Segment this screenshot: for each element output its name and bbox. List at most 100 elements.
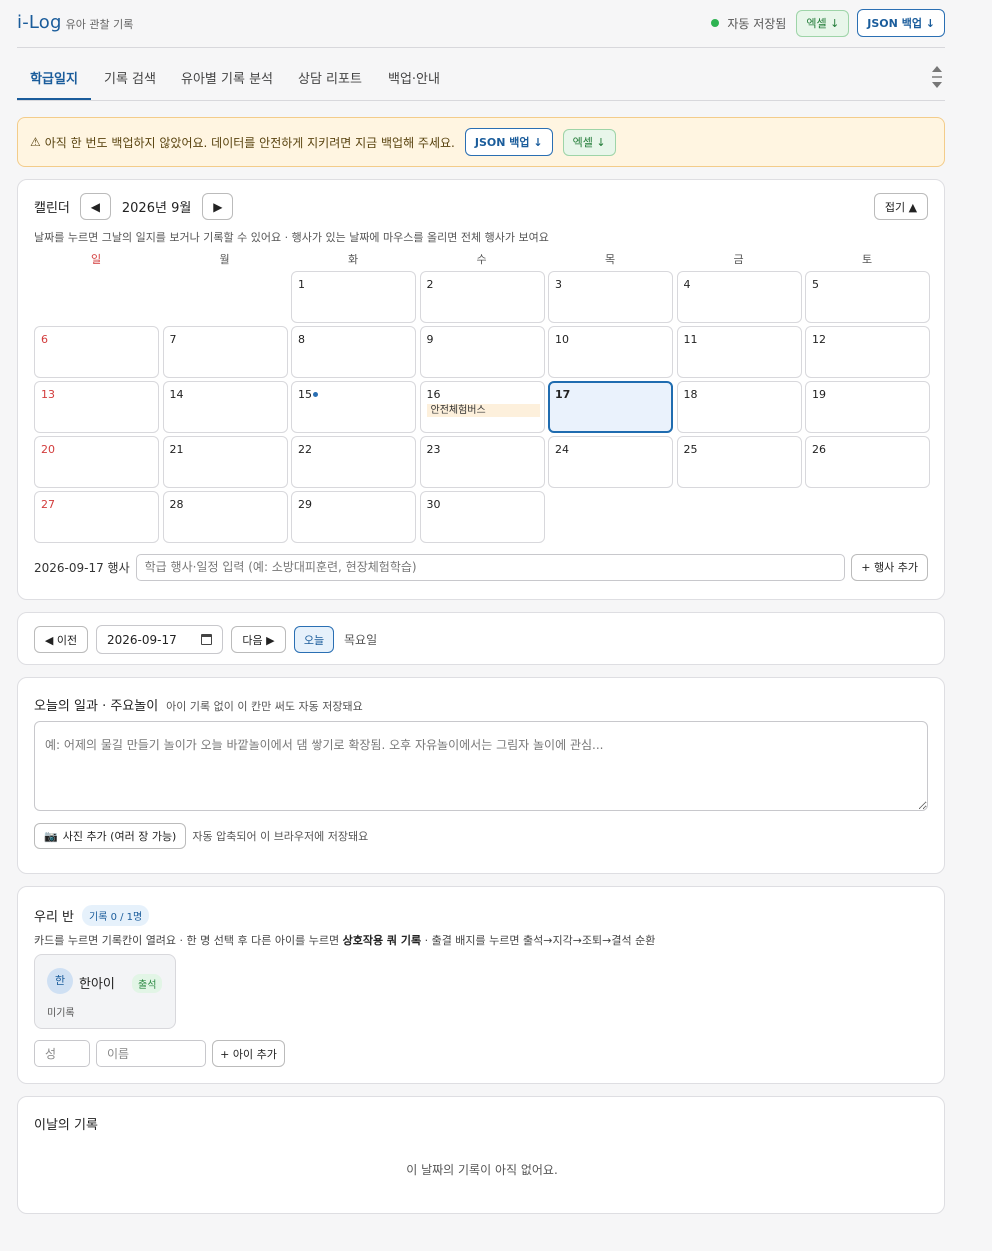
calendar-day-1[interactable]: 1 (291, 271, 416, 323)
calendar-day-number: 4 (683, 278, 691, 291)
prev-day-button[interactable]: ◀ 이전 (34, 626, 88, 653)
surname-input[interactable] (34, 1040, 90, 1067)
calendar-day-23[interactable]: 23 (419, 436, 545, 488)
calendar-day-number: 20 (41, 443, 55, 456)
calendar-day-number: 25 (683, 443, 698, 456)
calendar-day-17[interactable]: 17 (548, 381, 673, 433)
name-input[interactable] (96, 1040, 206, 1067)
class-card: 우리 반 기록 0 / 1명 카드를 누르면 기록칸이 열려요 · 한 명 선택… (17, 886, 945, 1084)
date-nav-row: ◀ 이전 2026-09-17 다음 ▶ 오늘 목요일 (34, 625, 377, 654)
add-child-button[interactable]: + 아이 추가 (212, 1040, 285, 1067)
calendar-day-number: 19 (812, 388, 826, 401)
app-container: i-Log 유아 관찰 기록 자동 저장됨 엑셀 ↓ JSON 백업 ↓ 학급일지… (17, 0, 945, 1214)
daily-title-row: 오늘의 일과 · 주요놀이 아이 기록 없이 이 칸만 써도 자동 저장돼요 (34, 695, 363, 714)
calendar-day-6[interactable]: 6 (34, 326, 159, 378)
calendar-day-number: 28 (169, 498, 184, 511)
class-hint-bold: 상호작용 쿼 기록 (342, 934, 422, 947)
calendar-day-30[interactable]: 30 (419, 491, 545, 543)
calendar-day-18[interactable]: 18 (676, 381, 802, 433)
photo-note: 자동 압축되어 이 브라우저에 저장돼요 (192, 830, 369, 843)
record-count-badge: 기록 0 / 1명 (82, 905, 150, 926)
tab-backup-guide[interactable]: 백업·안내 (388, 60, 440, 100)
next-day-button[interactable]: 다음 ▶ (231, 626, 286, 653)
header-json-backup-button[interactable]: JSON 백업 ↓ (857, 9, 945, 37)
calendar-day-number: 18 (683, 388, 698, 401)
month-label: 2026년 9월 (121, 201, 192, 216)
class-title: 우리 반 (34, 910, 75, 925)
calendar-day-3[interactable]: 3 (548, 271, 673, 323)
calendar-day-15[interactable]: 15 (291, 381, 416, 433)
calendar-day-19[interactable]: 19 (805, 381, 930, 433)
calendar-day-5[interactable]: 5 (805, 271, 930, 323)
calendar-day-12[interactable]: 12 (805, 326, 930, 378)
calendar-hint: 날짜를 누르면 그날의 일지를 보거나 기록할 수 있어요 · 행사가 있는 날… (34, 231, 549, 244)
calendar-fold-button[interactable]: 접기 ▲ (874, 193, 928, 220)
tab-consult-report[interactable]: 상담 리포트 (298, 60, 362, 100)
event-input[interactable] (135, 553, 846, 581)
calendar-day-10[interactable]: 10 (548, 326, 673, 378)
class-hint-before: 카드를 누르면 기록칸이 열려요 · 한 명 선택 후 다른 아이를 누르면 (34, 934, 343, 947)
prev-month-button[interactable]: ◀ (79, 193, 111, 220)
photo-row: 📷 사진 추가 (여러 장 가능) 자동 압축되어 이 브라우저에 저장돼요 (34, 823, 368, 849)
calendar-day-11[interactable]: 11 (676, 326, 802, 378)
daily-notes-textarea[interactable] (34, 721, 928, 811)
child-card[interactable]: 한 한아이 출석 미기록 (34, 954, 176, 1029)
calendar-day-22[interactable]: 22 (291, 436, 416, 488)
tab-scroll-control[interactable] (929, 62, 945, 94)
calendar-day-number: 11 (683, 333, 698, 346)
calendar-day-13[interactable]: 13 (34, 381, 159, 433)
calendar-day-number: 30 (426, 498, 441, 511)
tab-class-journal[interactable]: 학급일지 (17, 60, 91, 100)
class-hint: 카드를 누르면 기록칸이 열려요 · 한 명 선택 후 다른 아이를 누르면 상… (34, 932, 655, 948)
date-picker[interactable]: 2026-09-17 (96, 625, 223, 654)
header-actions: 자동 저장됨 엑셀 ↓ JSON 백업 ↓ (711, 9, 945, 37)
calendar-day-27[interactable]: 27 (34, 491, 159, 543)
calendar-day-26[interactable]: 26 (805, 436, 930, 488)
weekday-label-3: 수 (476, 253, 487, 266)
calendar-day-29[interactable]: 29 (291, 491, 416, 543)
calendar-day-number: 29 (298, 498, 312, 511)
calendar-day-16[interactable]: 16 안전체험버스 (419, 381, 545, 433)
calendar-day-number: 2 (426, 278, 434, 291)
calendar-day-number: 6 (41, 333, 48, 346)
calendar-day-25[interactable]: 25 (676, 436, 802, 488)
calendar-day-4[interactable]: 4 (676, 271, 802, 323)
tab-record-search[interactable]: 기록 검색 (104, 60, 156, 100)
calendar-day-8[interactable]: 8 (291, 326, 416, 378)
daily-notes-card: 오늘의 일과 · 주요놀이 아이 기록 없이 이 칸만 써도 자동 저장돼요 📷… (17, 677, 945, 874)
tab-child-analysis[interactable]: 유아별 기록 분석 (181, 60, 273, 100)
weekday-label: 목요일 (344, 633, 378, 647)
camera-icon: 📷 (44, 829, 58, 843)
calendar-day-number: 1 (298, 278, 305, 291)
today-button[interactable]: 오늘 (294, 626, 334, 653)
calendar-day-2[interactable]: 2 (419, 271, 545, 323)
brand: i-Log 유아 관찰 기록 (17, 12, 133, 33)
calendar-day-20[interactable]: 20 (34, 436, 159, 488)
weekday-header: 일월화수목금토 (34, 251, 928, 267)
calendar-day-21[interactable]: 21 (162, 436, 288, 488)
warning-json-backup-button[interactable]: JSON 백업 ↓ (464, 128, 553, 156)
calendar-day-number: 8 (298, 333, 305, 346)
calendar-day-9[interactable]: 9 (419, 326, 545, 378)
calendar-day-7[interactable]: 7 (162, 326, 288, 378)
calendar-day-28[interactable]: 28 (162, 491, 288, 543)
calendar-day-number: 14 (169, 388, 184, 401)
calendar-day-number: 12 (812, 333, 826, 346)
attendance-badge[interactable]: 출석 (132, 974, 163, 993)
calendar-day-14[interactable]: 14 (162, 381, 288, 433)
header-excel-button[interactable]: 엑셀 ↓ (796, 9, 850, 37)
calendar-day-number: 17 (555, 388, 571, 401)
calendar-title: 캘린더 (34, 201, 70, 216)
calendar-day-number: 5 (812, 278, 819, 291)
add-photo-button[interactable]: 📷 사진 추가 (여러 장 가능) (34, 823, 187, 849)
weekday-label-5: 금 (733, 253, 744, 266)
calendar-day-number: 10 (555, 333, 569, 346)
calendar-day-number: 26 (812, 443, 826, 456)
calendar-day-number: 27 (41, 498, 55, 511)
daily-hint: 아이 기록 없이 이 칸만 써도 자동 저장돼요 (166, 700, 363, 713)
warning-excel-button[interactable]: 엑셀 ↓ (562, 128, 616, 156)
calendar-day-24[interactable]: 24 (548, 436, 673, 488)
day-records-empty: 이 날짜의 기록이 아직 없어요. (406, 1163, 558, 1177)
add-event-button[interactable]: + 행사 추가 (851, 553, 928, 581)
next-month-button[interactable]: ▶ (202, 193, 234, 220)
